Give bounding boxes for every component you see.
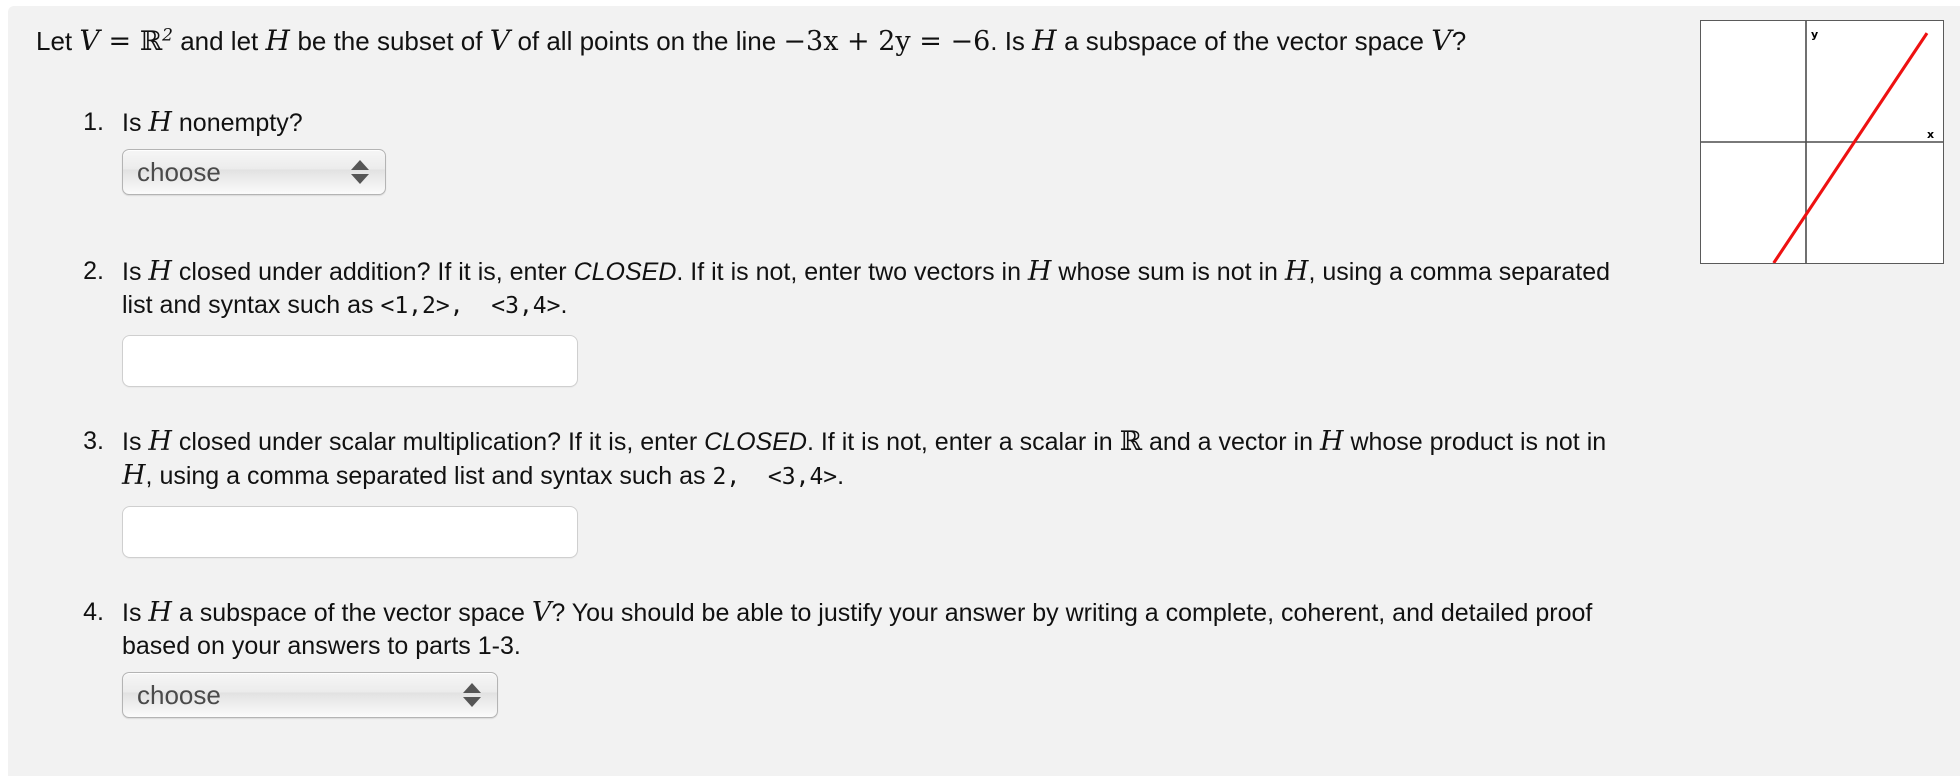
part-2-answer-input[interactable]: [122, 335, 578, 387]
part-1-select-wrap: chooseyesno: [122, 149, 386, 195]
prompt-segment: Let: [36, 26, 80, 56]
y-axis-label: y: [1811, 28, 1818, 41]
prompt-segment: V: [489, 24, 511, 57]
part-4-text: Is H a subspace of the vector space V? Y…: [122, 597, 1593, 660]
part-2: 2. Is H closed under addition? If it is,…: [36, 255, 1656, 387]
x-axis-label: x: [1927, 128, 1934, 141]
line-graph-figure: y x: [1700, 20, 1944, 264]
part-4-choose-select[interactable]: chooseyesno: [122, 672, 498, 718]
part-1-number: 1.: [83, 108, 104, 136]
prompt-segment: . Is: [990, 26, 1033, 56]
part-1-choose-select[interactable]: chooseyesno: [122, 149, 386, 195]
prompt-segment: of all points on the line: [510, 26, 784, 56]
line-graph-svg: y x: [1701, 21, 1943, 263]
part-2-text: Is H closed under addition? If it is, en…: [122, 256, 1611, 319]
part-1-text: Is H nonempty?: [122, 107, 303, 138]
prompt-segment: =: [99, 26, 140, 57]
part-3-text: Is H closed under scalar multiplication?…: [122, 426, 1607, 491]
prompt-segment: −3x + 2y = −6: [783, 26, 991, 57]
prompt-segment: H: [265, 24, 291, 57]
prompt-segment: and let: [172, 26, 266, 56]
prompt-segment: a subspace of the vector space: [1056, 26, 1432, 56]
prompt-segment: V: [79, 24, 100, 57]
part-2-number: 2.: [83, 257, 104, 285]
part-4-number: 4.: [83, 598, 104, 626]
part-3-number: 3.: [83, 427, 104, 455]
part-4-select-wrap: chooseyesno: [122, 672, 498, 718]
prompt-segment: V: [1431, 24, 1452, 57]
prompt-segment: 2: [162, 25, 173, 46]
prompt-segment: be the subset of: [290, 26, 490, 56]
part-1: 1. Is H nonempty? chooseyesno: [36, 106, 1656, 195]
problem-panel: Let V = ℝ2 and let H be the subset of V …: [8, 6, 1960, 776]
prompt-segment: ℝ: [139, 26, 163, 57]
part-4: 4. Is H a subspace of the vector space V…: [36, 596, 1656, 718]
problem-statement: Let V = ℝ2 and let H be the subset of V …: [36, 24, 1676, 59]
part-3-answer-input[interactable]: [122, 506, 578, 558]
part-3: 3. Is H closed under scalar multiplicati…: [36, 425, 1656, 558]
prompt-segment: ?: [1451, 26, 1467, 56]
prompt-segment: H: [1032, 24, 1057, 57]
parts-list: 1. Is H nonempty? chooseyesno 2. Is H cl…: [36, 106, 1656, 718]
